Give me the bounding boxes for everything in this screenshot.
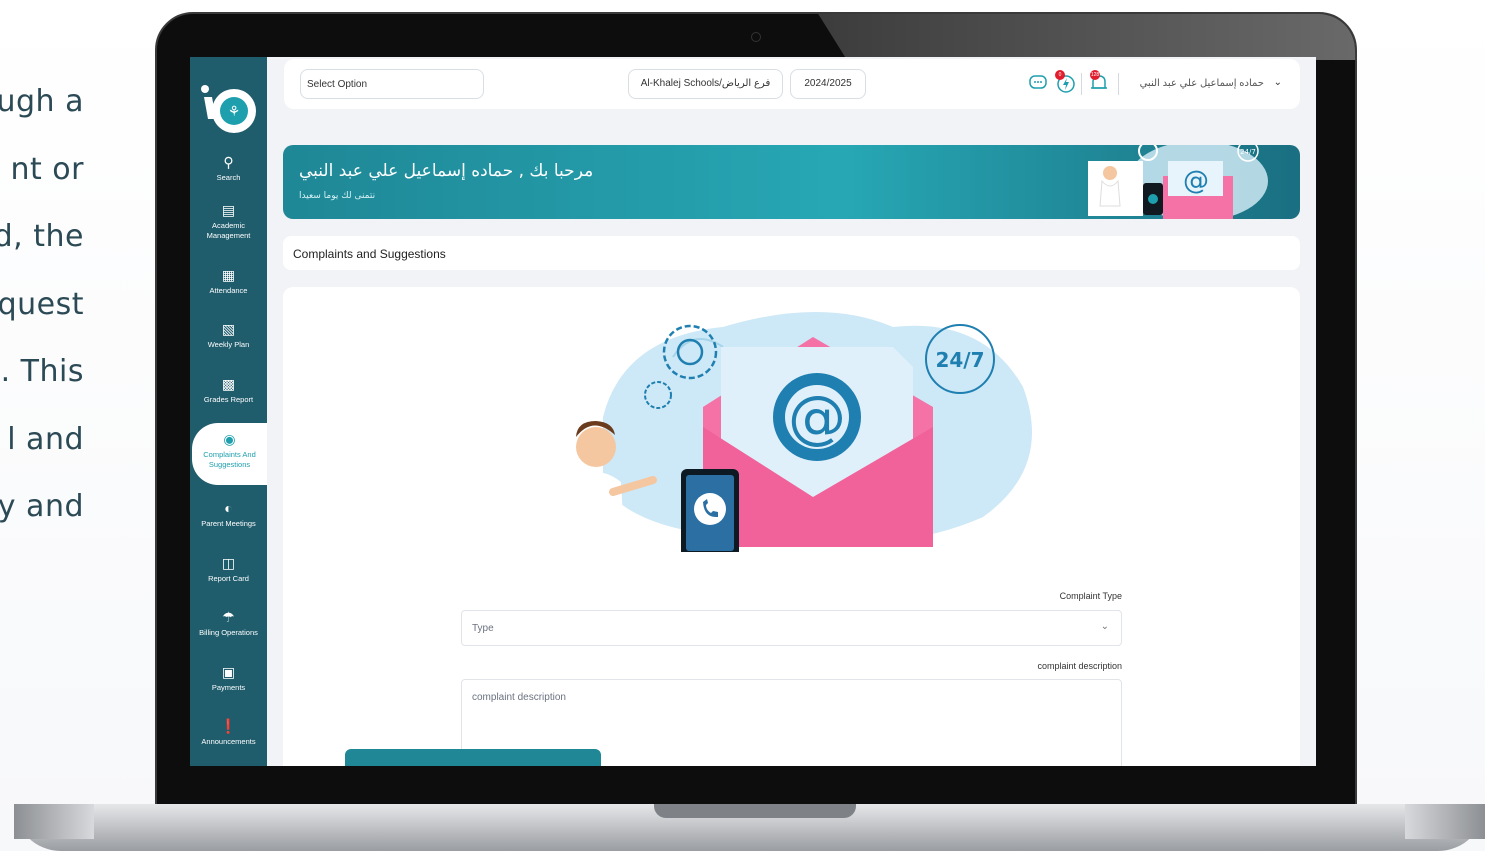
sidebar-item-weekly-plan[interactable]: ▧ Weekly Plan: [190, 321, 267, 350]
divider: [1118, 73, 1119, 95]
sidebar-item-report-card[interactable]: ◫ Report Card: [190, 555, 267, 584]
svg-text:@: @: [788, 383, 846, 451]
year-select[interactable]: 2024/2025: [790, 69, 866, 99]
sidebar-item-label: Grades Report: [203, 395, 254, 404]
sidebar-item-academic-management[interactable]: ▤ Academic Management: [190, 202, 267, 241]
search-icon: ⚲: [223, 154, 234, 170]
card-icon: ◫: [221, 555, 236, 571]
sidebar-item-label: Billing Operations: [199, 628, 258, 637]
sidebar-item-label: Parent Meetings: [201, 519, 256, 528]
app-screen: ⚘ ⚲ Search ▤ Academic Management ▦ Atten…: [190, 57, 1316, 766]
sidebar-item-label: Announcements: [201, 737, 256, 746]
complaint-type-select[interactable]: Type ⌄: [461, 610, 1122, 646]
question-icon: ◉: [223, 431, 236, 447]
background-line: l and: [7, 421, 84, 457]
divider: [1081, 73, 1082, 95]
branch-select[interactable]: Al-Khalej Schools/فرع الرياض: [628, 69, 783, 99]
notification-badge: 0: [1055, 70, 1065, 80]
complaint-description-placeholder: complaint description: [472, 692, 566, 703]
page-title-card: Complaints and Suggestions: [283, 236, 1300, 270]
logo-icon[interactable]: ⚘: [198, 83, 258, 135]
background-line: nt or: [10, 151, 84, 187]
academic-icon: ▤: [221, 202, 236, 218]
background-line: . This: [0, 354, 84, 389]
banner-illustration: @ 24/7: [1088, 145, 1268, 219]
sidebar-item-label: Report Card: [208, 574, 249, 583]
camera-icon: [751, 32, 761, 42]
sidebar-item-search[interactable]: ⚲ Search: [190, 154, 267, 183]
background-line: quest: [0, 286, 84, 322]
sidebar-item-complaints-and-suggestions[interactable]: ◉ Complaints And Suggestions: [192, 423, 267, 485]
welcome-title: مرحبا بك , حماده إسماعيل علي عبد النبي: [299, 161, 594, 181]
user-name[interactable]: حماده إسماعيل علي عبد النبي: [1140, 78, 1264, 89]
svg-text:@: @: [1183, 166, 1209, 196]
sidebar-item-grades-report[interactable]: ▩ Grades Report: [190, 376, 267, 405]
sidebar-item-label: Academic Management: [206, 221, 251, 240]
sidebar-item-label: Attendance: [209, 286, 248, 295]
sidebar-item-billing-operations[interactable]: ☂ Billing Operations: [190, 609, 267, 638]
complaint-description-label: complaint description: [1037, 661, 1122, 671]
sidebar-item-parent-meetings[interactable]: ◐ Parent Meetings: [190, 500, 267, 529]
page-title: Complaints and Suggestions: [293, 247, 446, 261]
meeting-icon: ◐: [224, 500, 233, 516]
background-line: d, the: [0, 219, 84, 254]
sidebar-item-label: Weekly Plan: [207, 340, 250, 349]
payments-icon: ▣: [221, 664, 236, 680]
svg-text:⚘: ⚘: [228, 104, 241, 120]
hero-art-badge: 24/7: [935, 348, 984, 372]
complaint-form-card: 24/7 @ Complaint Type Type ⌄ complaint d…: [283, 287, 1300, 766]
option-select[interactable]: Select Option: [300, 69, 484, 99]
base-edge-right: [1405, 804, 1485, 839]
base-notch: [654, 804, 856, 818]
billing-icon: ☂: [222, 609, 235, 625]
chevron-down-icon[interactable]: ⌄: [1274, 77, 1282, 88]
submit-button[interactable]: [345, 749, 601, 766]
base-edge-left: [14, 804, 94, 839]
lid-reflection: [817, 14, 1355, 60]
laptop-base: [14, 804, 1485, 851]
sidebar-item-label: Complaints And Suggestions: [203, 450, 256, 469]
sidebar: ⚘ ⚲ Search ▤ Academic Management ▦ Atten…: [190, 57, 267, 766]
sidebar-item-attendance[interactable]: ▦ Attendance: [190, 267, 267, 296]
welcome-subtitle: نتمنى لك يوما سعيدا: [299, 191, 376, 201]
chat-icon[interactable]: [1028, 72, 1050, 94]
complaint-type-label: Complaint Type: [1059, 591, 1122, 601]
sidebar-item-label: Payments: [211, 683, 246, 692]
mail-illustration: 24/7 @: [563, 312, 1032, 552]
sidebar-item-label: Search: [216, 173, 241, 182]
background-paragraph: ugh a nt or d, the quest . This l and y …: [0, 68, 84, 541]
sidebar-item-announcements[interactable]: ❗ Announcements: [190, 718, 267, 747]
alerts-badge: 128: [1090, 70, 1100, 80]
top-bar: Select Option Al-Khalej Schools/فرع الري…: [284, 59, 1300, 109]
background-line: ugh a: [0, 84, 84, 119]
calendar-icon: ▦: [221, 267, 236, 283]
background-line: y and: [0, 489, 84, 524]
chevron-down-icon: ⌄: [1100, 621, 1109, 632]
banner-art-badge: 24/7: [1240, 148, 1256, 156]
plan-icon: ▧: [221, 321, 236, 337]
sidebar-item-payments[interactable]: ▣ Payments: [190, 664, 267, 693]
report-icon: ▩: [221, 376, 236, 392]
announcement-icon: ❗: [219, 718, 238, 734]
complaint-type-value: Type: [472, 623, 494, 634]
welcome-banner: مرحبا بك , حماده إسماعيل علي عبد النبي ن…: [283, 145, 1300, 219]
